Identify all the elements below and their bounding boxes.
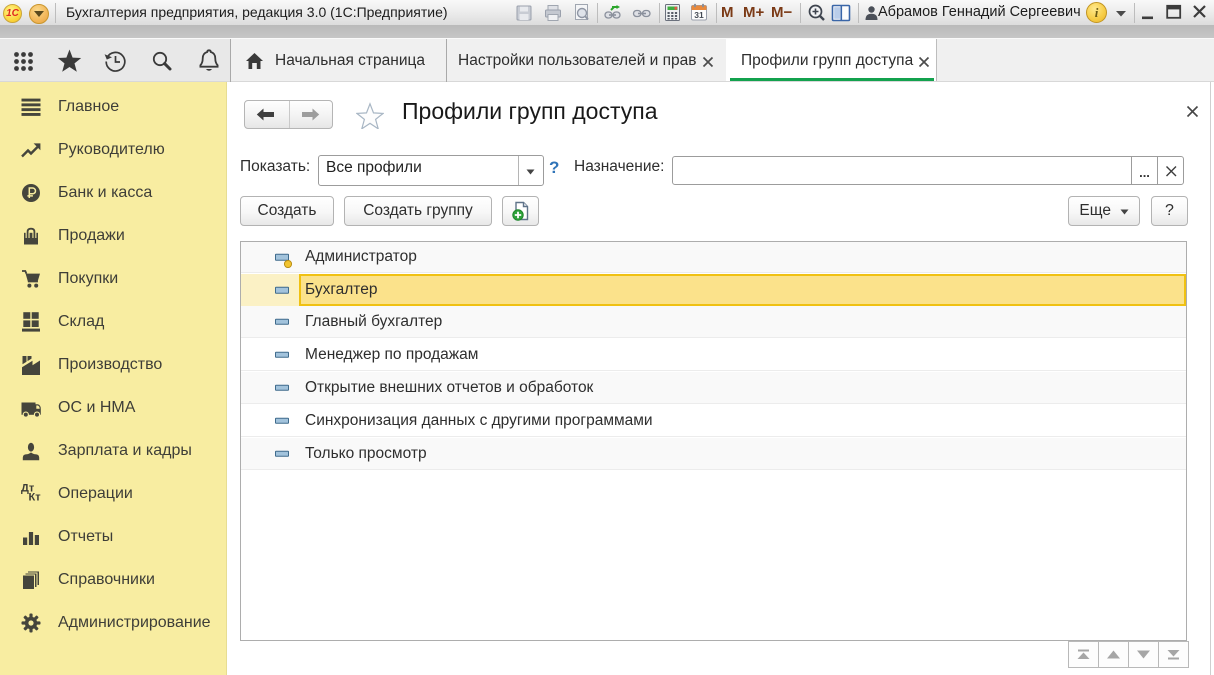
svg-text:31: 31 bbox=[694, 10, 704, 20]
